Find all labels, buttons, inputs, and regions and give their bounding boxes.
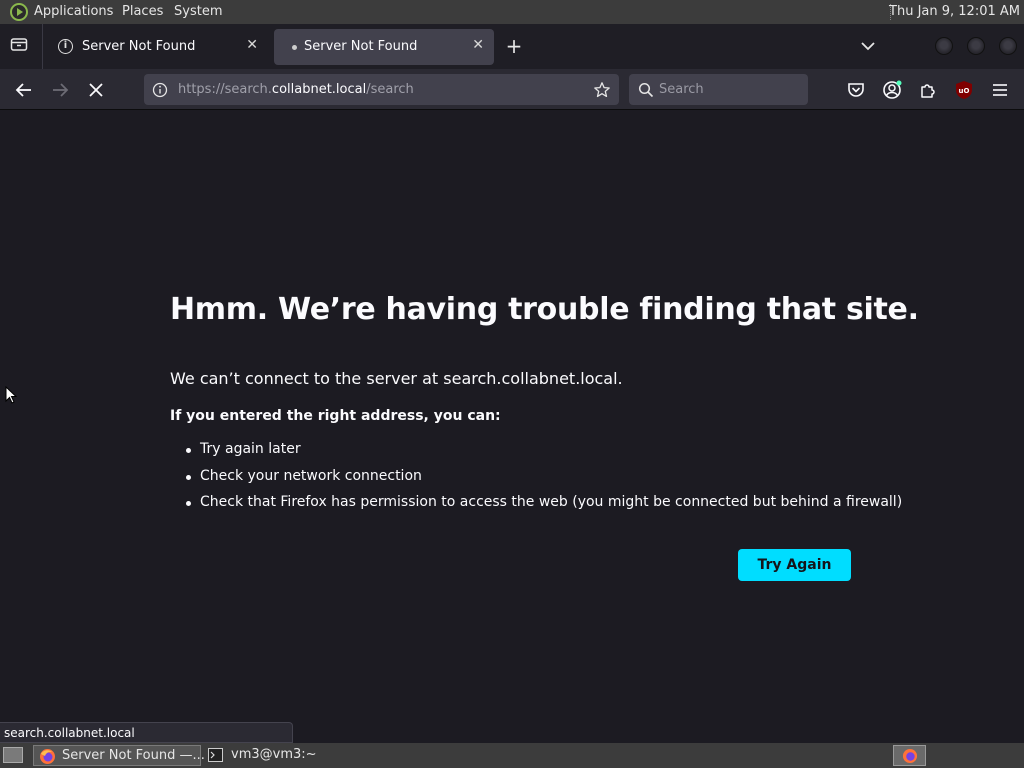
tab-title: Server Not Found xyxy=(304,39,418,54)
taskbar-item-label: Server Not Found —... xyxy=(62,748,205,763)
list-item: Try again later xyxy=(186,441,902,468)
url-path: /search xyxy=(366,82,414,97)
ublock-icon[interactable]: uO xyxy=(953,79,975,101)
status-url-tooltip: search.collabnet.local xyxy=(0,722,293,743)
account-icon[interactable] xyxy=(881,79,903,101)
back-icon[interactable] xyxy=(13,79,35,101)
extensions-icon[interactable] xyxy=(917,79,939,101)
bookmark-star-icon[interactable] xyxy=(593,81,611,99)
applications-menu[interactable]: Applications xyxy=(34,4,113,19)
system-top-panel: Applications Places System Thu Jan 9, 12… xyxy=(0,0,1024,24)
close-window-button[interactable] xyxy=(999,37,1017,55)
tab-server-not-found-1[interactable]: i Server Not Found ✕ xyxy=(46,29,268,65)
taskbar-item-terminal[interactable]: vm3@vm3:~ xyxy=(203,745,371,766)
try-again-button[interactable]: Try Again xyxy=(738,549,851,581)
chevron-down-icon[interactable] xyxy=(856,36,880,56)
url-host: collabnet.local xyxy=(271,82,367,97)
close-tab-icon[interactable]: ✕ xyxy=(472,37,484,53)
tab-title: Server Not Found xyxy=(82,39,196,54)
list-item: Check that Firefox has permission to acc… xyxy=(186,494,902,521)
workspace-switcher[interactable] xyxy=(893,745,926,766)
error-title: Hmm. We’re having trouble finding that s… xyxy=(170,292,919,327)
error-subheading: If you entered the right address, you ca… xyxy=(170,408,501,424)
firefox-icon xyxy=(40,749,55,764)
stop-icon[interactable] xyxy=(85,79,107,101)
svg-text:uO: uO xyxy=(959,87,970,95)
mouse-cursor-icon xyxy=(5,386,17,404)
firefox-icon xyxy=(902,748,918,764)
pocket-icon[interactable] xyxy=(845,79,867,101)
terminal-icon xyxy=(208,748,223,762)
search-icon xyxy=(638,82,654,98)
info-icon[interactable] xyxy=(152,82,168,98)
clock[interactable]: Thu Jan 9, 12:01 AM xyxy=(889,4,1020,19)
minimize-window-button[interactable] xyxy=(935,37,953,55)
system-menu[interactable]: System xyxy=(174,4,222,19)
show-desktop-icon[interactable] xyxy=(3,747,23,763)
tab-strip: i Server Not Found ✕ Server Not Found ✕ … xyxy=(0,24,1024,69)
url-text[interactable]: https://search.collabnet.local/search xyxy=(178,82,414,97)
places-menu[interactable]: Places xyxy=(122,4,163,19)
tab-divider xyxy=(42,24,43,69)
suggestion-list: Try again later Check your network conne… xyxy=(186,441,902,521)
maximize-window-button[interactable] xyxy=(967,37,985,55)
hamburger-menu-icon[interactable] xyxy=(989,79,1011,101)
bottom-taskbar: Server Not Found —... vm3@vm3:~ xyxy=(0,743,1024,768)
url-prefix: https://search. xyxy=(178,82,272,97)
list-item: Check your network connection xyxy=(186,468,902,495)
forward-icon xyxy=(53,83,69,97)
loading-dot-icon xyxy=(292,45,297,50)
new-tab-button[interactable]: + xyxy=(502,34,526,58)
search-placeholder: Search xyxy=(659,82,704,97)
close-tab-icon[interactable]: ✕ xyxy=(246,37,258,53)
tab-server-not-found-2[interactable]: Server Not Found ✕ xyxy=(274,29,494,65)
distro-logo-icon[interactable] xyxy=(10,3,28,21)
url-bar[interactable]: https://search.collabnet.local/search xyxy=(144,74,619,105)
navigation-toolbar: https://search.collabnet.local/search Se… xyxy=(0,69,1024,110)
taskbar-item-label: vm3@vm3:~ xyxy=(231,747,317,762)
search-bar[interactable]: Search xyxy=(629,74,808,105)
taskbar-item-firefox[interactable]: Server Not Found —... xyxy=(33,745,205,766)
error-description: We can’t connect to the server at search… xyxy=(170,369,623,388)
tab-list-icon[interactable] xyxy=(10,36,28,52)
info-icon: i xyxy=(58,39,73,54)
